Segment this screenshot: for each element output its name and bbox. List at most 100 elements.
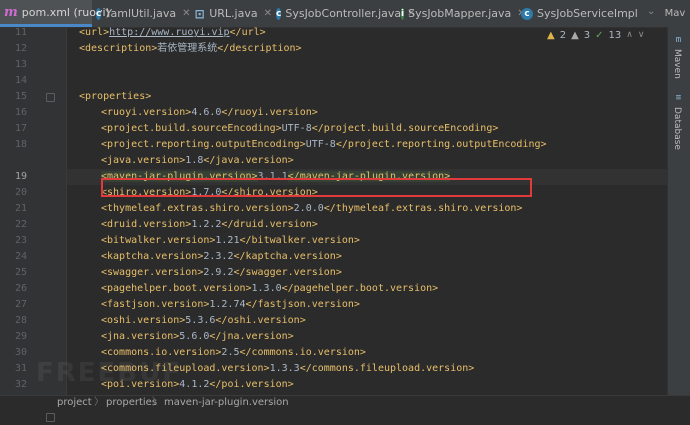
fold-marker-icon[interactable] <box>46 93 55 102</box>
xml-tag: </java.version> <box>203 155 294 166</box>
tab-yamlutil-java[interactable]: c YamlUtil.java ✕ <box>92 0 190 27</box>
code-line: <fastjson.version>1.2.74</fastjson.versi… <box>67 297 668 313</box>
xml-tag: <fastjson.version> <box>101 299 210 310</box>
breadcrumb: project 〉 properties 〉 maven-jar-plugin.… <box>0 395 690 410</box>
line-number: 31 <box>14 363 27 374</box>
code-line: <maven-jar-plugin.version>3.1.1</maven-j… <box>67 169 668 185</box>
xml-value: 4.6.0 <box>191 107 222 118</box>
maven-panel-tab[interactable]: Maven <box>672 49 682 79</box>
code-text: <druid.version>1.2.2</druid.version> <box>101 217 318 233</box>
code-text: <project.reporting.outputEncoding>UTF-8<… <box>101 137 547 153</box>
maven-m-icon: m <box>4 4 18 20</box>
up-arrow-icon[interactable]: ∧ <box>626 30 633 40</box>
java-class-icon: ⊡ <box>194 6 205 21</box>
code-text: <swagger.version>2.9.2</swagger.version> <box>101 265 342 281</box>
code-line: <oshi.version>5.3.6</oshi.version> <box>67 313 668 329</box>
breadcrumb-separator: 〉 <box>94 397 104 408</box>
xml-tag: </commons.io.version> <box>239 347 366 358</box>
xml-value: 1.3.0 <box>251 283 282 294</box>
code-text: <shiro.version>1.7.0</shiro.version> <box>101 185 318 201</box>
xml-tag: </commons.fileupload.version> <box>299 363 475 374</box>
code-text: <kaptcha.version>2.3.2</kaptcha.version> <box>101 249 342 265</box>
watermark-logo: FREEBUF <box>36 358 182 388</box>
xml-value: 5.6.0 <box>179 331 210 342</box>
xml-value: 1.2.2 <box>191 219 222 230</box>
tab-sysjobserviceimpl[interactable]: c SysJobServiceImpl <box>517 0 647 27</box>
xml-tag: <swagger.version> <box>101 267 204 278</box>
xml-tag: <java.version> <box>101 155 186 166</box>
xml-tag: <oshi.version> <box>101 315 186 326</box>
xml-tag: <url> <box>79 27 110 38</box>
tab-overflow-chevron-icon[interactable]: ⌄ <box>647 6 655 17</box>
line-number: 17 <box>14 123 27 134</box>
code-line: <bitwalker.version>1.21</bitwalker.versi… <box>67 233 668 249</box>
code-line: <shiro.version>1.7.0</shiro.version> <box>67 185 668 201</box>
xml-value: 2.9.2 <box>203 267 234 278</box>
xml-tag: <project.reporting.outputEncoding> <box>101 139 306 150</box>
xml-tag: <properties> <box>79 91 152 102</box>
xml-value: 1.2.74 <box>209 299 246 310</box>
xml-value: http://www.ruoyi.vip <box>109 27 230 38</box>
code-text: <pagehelper.boot.version>1.3.0</pagehelp… <box>101 281 438 297</box>
code-line: <jna.version>5.6.0</jna.version> <box>67 329 668 345</box>
tab-sysjobmapper-java[interactable]: i SysJobMapper.java ✕ <box>397 0 526 27</box>
xml-tag: </druid.version> <box>221 219 318 230</box>
xml-tag: <maven-jar-plugin.version> <box>101 171 258 182</box>
line-number: 26 <box>14 283 27 294</box>
code-editor[interactable]: <url>http://www.ruoyi.vip</url> <descript… <box>67 27 668 395</box>
tab-label: SysJobController.java <box>285 7 402 20</box>
down-arrow-icon[interactable]: ∨ <box>638 30 645 40</box>
line-number: 29 <box>14 331 27 342</box>
code-line: <project.build.sourceEncoding>UTF-8</pro… <box>67 121 668 137</box>
xml-tag: </pagehelper.boot.version> <box>281 283 439 294</box>
line-number: 14 <box>14 75 27 86</box>
java-class-icon: c <box>276 7 282 20</box>
xml-tag: </bitwalker.version> <box>239 235 360 246</box>
code-text: <java.version>1.8</java.version> <box>101 153 294 169</box>
xml-tag: </ruoyi.version> <box>221 107 318 118</box>
maven-tool-tab[interactable]: Mav <box>660 0 690 27</box>
code-text: <jna.version>5.6.0</jna.version> <box>101 329 294 345</box>
code-line: <java.version>1.8</java.version> <box>67 153 668 169</box>
line-number: 11 <box>14 27 27 38</box>
line-number <box>0 409 27 425</box>
xml-tag: </url> <box>229 27 266 38</box>
inspection-widget[interactable]: ▲ 2 ▲ 3 ✓ 13 ∧ ∨ <box>547 28 644 42</box>
xml-value: 1.3.3 <box>269 363 300 374</box>
ok-count: 13 <box>608 29 622 41</box>
breadcrumb-separator: 〉 <box>152 397 162 408</box>
xml-tag: <druid.version> <box>101 219 192 230</box>
line-number: 32 <box>14 379 27 390</box>
xml-tag: </description> <box>217 43 302 54</box>
breadcrumb-item-project[interactable]: project <box>57 396 92 410</box>
xml-tag: </fastjson.version> <box>245 299 360 310</box>
code-line: <pagehelper.boot.version>1.3.0</pagehelp… <box>67 281 668 297</box>
tab-pom-xml[interactable]: m pom.xml (ruoyi) <box>0 0 110 27</box>
fold-marker-icon[interactable] <box>46 413 55 422</box>
breadcrumb-item-properties[interactable]: properties <box>106 396 157 410</box>
xml-tag: </swagger.version> <box>233 267 342 278</box>
database-panel-tab[interactable]: Database <box>672 107 682 150</box>
xml-tag: </jna.version> <box>209 331 294 342</box>
line-number: 18 <box>14 139 27 150</box>
tab-url-java[interactable]: ⊡ URL.java ✕ <box>190 0 272 27</box>
code-line: <properties> <box>67 89 668 105</box>
warning-icon: ▲ <box>547 29 555 41</box>
line-number: 20 <box>14 187 27 198</box>
database-icon: ≡ <box>675 93 682 103</box>
code-line: <druid.version>1.2.2</druid.version> <box>67 217 668 233</box>
code-text: <oshi.version>5.3.6</oshi.version> <box>101 313 306 329</box>
weak-warning-count: 3 <box>583 29 591 41</box>
xml-value: 若依管理系统 <box>157 43 218 54</box>
java-interface-icon: i <box>401 7 405 20</box>
code-text: <properties> <box>79 89 151 105</box>
xml-tag: </project.reporting.outputEncoding> <box>335 139 547 150</box>
code-text: <fastjson.version>1.2.74</fastjson.versi… <box>101 297 360 313</box>
xml-tag: <shiro.version> <box>101 187 192 198</box>
breadcrumb-item-maven-jar-plugin-version[interactable]: maven-jar-plugin.version <box>164 396 289 410</box>
tab-sysjobcontroller-java[interactable]: c SysJobController.java ✕ <box>272 0 416 27</box>
xml-tag: <description> <box>79 43 158 54</box>
tab-label: URL.java <box>209 7 258 20</box>
close-icon[interactable]: ✕ <box>264 8 272 19</box>
